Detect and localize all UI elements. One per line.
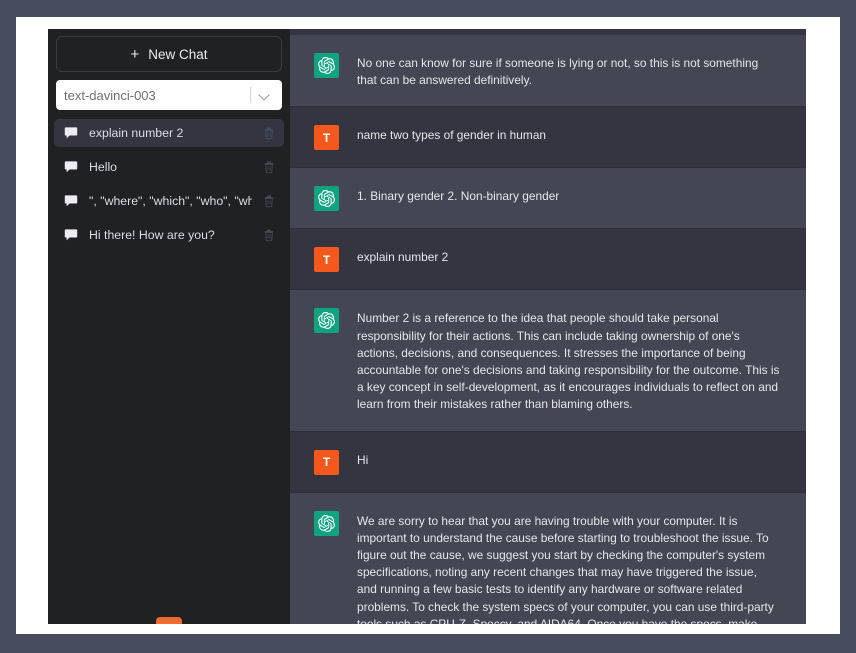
chat-history-item[interactable]: Hello [54, 153, 284, 181]
chat-history-item[interactable]: Hi there! How are you? [54, 221, 284, 249]
message-row-assistant: No one can know for sure if someone is l… [290, 35, 806, 108]
new-chat-label: New Chat [148, 46, 208, 62]
openai-logo-icon [318, 514, 335, 532]
message-text: 1. Binary gender 2. Non-binary gender [357, 189, 560, 204]
message-text: No one can know for sure if someone is l… [357, 56, 759, 88]
delete-chat-button[interactable] [263, 161, 275, 174]
message-row-user: Texplain number 2 [290, 229, 806, 291]
message-row-assistant: Number 2 is a reference to the idea that… [290, 290, 806, 432]
chat-history-item-label: explain number 2 [89, 126, 184, 140]
assistant-avatar [314, 308, 339, 334]
trash-icon [264, 161, 274, 173]
trash-icon [264, 127, 274, 139]
model-select[interactable]: text-davinci-003 [56, 80, 282, 110]
chat-history-list: explain number 2 Hello ", "where", "which"… [54, 119, 284, 624]
new-chat-button[interactable]: + New Chat [56, 36, 282, 72]
chatgpt-app: + New Chat text-davinci-003 explain numb… [48, 29, 806, 624]
openai-logo-icon [318, 312, 335, 330]
message-row-user: Tname two types of gender in human [290, 107, 806, 169]
chat-bubble-icon [64, 229, 78, 241]
delete-chat-button[interactable] [263, 229, 275, 242]
trash-icon [264, 195, 274, 207]
chat-bubble-icon [64, 195, 78, 207]
message-row-user: T Hi [290, 431, 806, 493]
trash-icon [264, 229, 274, 241]
select-divider [250, 87, 251, 103]
message-row-assistant: We are sorry to hear that you are having… [290, 492, 806, 624]
assistant-avatar [314, 53, 339, 78]
chat-history-item-label: Hi there! How are you? [89, 228, 215, 242]
message-text: We are sorry to hear that you are having… [357, 513, 774, 624]
chat-scrollbar[interactable] [800, 29, 806, 624]
assistant-avatar [314, 186, 339, 212]
chat-history-item-label: ", "where", "which", "who", "whom [89, 194, 252, 208]
chat-history-item[interactable]: ", "where", "which", "who", "whom [54, 187, 284, 215]
delete-chat-button[interactable] [263, 195, 275, 208]
user-avatar: T [314, 449, 339, 475]
model-select-value: text-davinci-003 [64, 87, 156, 103]
chevron-down-icon [260, 90, 271, 101]
user-avatar: T [314, 125, 339, 151]
message-text: explain number 2 [357, 250, 449, 265]
message-text: Number 2 is a reference to the idea that… [357, 311, 780, 412]
chat-history-item-label: Hello [89, 160, 118, 174]
openai-logo-icon [318, 57, 335, 74]
chat-bubble-icon [64, 127, 78, 139]
chat-panel: No one can know for sure if someone is l… [290, 29, 806, 624]
assistant-avatar [314, 510, 339, 536]
plus-icon: + [130, 45, 140, 63]
page-surface: + New Chat text-davinci-003 explain numb… [16, 17, 840, 634]
message-row-assistant: 1. Binary gender 2. Non-binary gender [290, 168, 806, 230]
openai-logo-icon [318, 190, 335, 208]
user-avatar: T [314, 247, 339, 273]
message-thread[interactable]: No one can know for sure if someone is l… [290, 35, 806, 624]
sidebar: + New Chat text-davinci-003 explain numb… [48, 29, 290, 624]
message-text: name two types of gender in human [357, 128, 547, 143]
window-frame: + New Chat text-davinci-003 explain numb… [0, 0, 856, 653]
delete-chat-button[interactable] [263, 127, 275, 140]
message-text: Hi [357, 452, 369, 467]
chat-bubble-icon [64, 161, 78, 173]
chat-history-item[interactable]: explain number 2 [54, 119, 284, 147]
